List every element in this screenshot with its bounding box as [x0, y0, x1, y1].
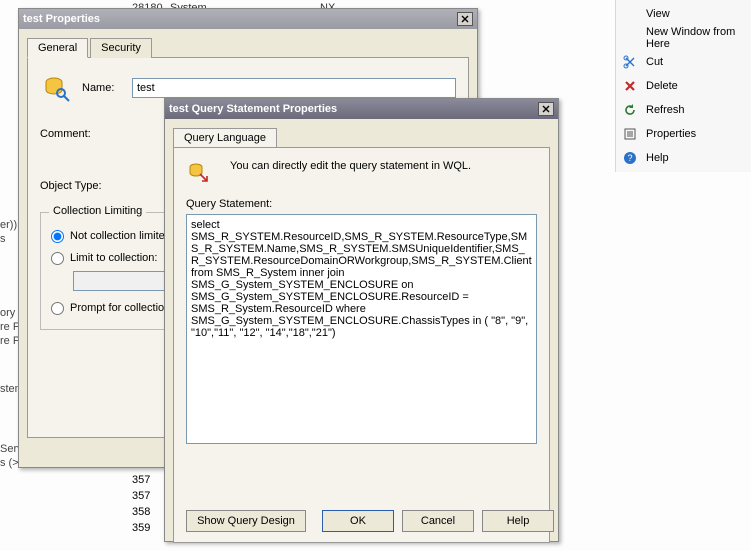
ctx-cut[interactable]: Cut: [616, 50, 751, 74]
ctx-view[interactable]: View: [616, 2, 751, 26]
titlebar[interactable]: test Query Statement Properties: [165, 99, 558, 119]
query-statement-label: Query Statement:: [186, 198, 537, 210]
svg-text:?: ?: [627, 153, 632, 163]
close-button[interactable]: [457, 12, 473, 26]
object-type-label: Object Type:: [40, 180, 130, 192]
radio-limit-to-input[interactable]: [51, 252, 64, 265]
query-statement-dialog: test Query Statement Properties Query La…: [164, 98, 559, 542]
query-statement-textarea[interactable]: [186, 214, 537, 444]
close-icon: [542, 105, 550, 113]
group-legend: Collection Limiting: [49, 205, 146, 217]
tab-security[interactable]: Security: [90, 38, 152, 58]
refresh-icon: [622, 102, 638, 118]
tab-strip: General Security: [27, 37, 469, 58]
show-query-design-button[interactable]: Show Query Design: [186, 510, 306, 532]
ok-button[interactable]: OK: [322, 510, 394, 532]
search-db-icon: [40, 72, 72, 104]
db-export-icon: [186, 160, 210, 184]
blank-icon: [622, 30, 638, 46]
radio-prompt-input[interactable]: [51, 302, 64, 315]
titlebar[interactable]: test Properties: [19, 9, 477, 29]
cancel-button[interactable]: Cancel: [402, 510, 474, 532]
radio-not-limited-input[interactable]: [51, 230, 64, 243]
comment-label: Comment:: [40, 128, 130, 140]
ctx-properties[interactable]: Properties: [616, 122, 751, 146]
query-panel: You can directly edit the query statemen…: [173, 147, 550, 543]
ctx-help[interactable]: ? Help: [616, 146, 751, 170]
name-input[interactable]: [132, 78, 456, 98]
blank-icon: [622, 6, 638, 22]
ctx-delete[interactable]: Delete: [616, 74, 751, 98]
scissors-icon: [622, 54, 638, 70]
window-title: test Query Statement Properties: [169, 103, 337, 115]
help-icon: ?: [622, 150, 638, 166]
delete-icon: [622, 78, 638, 94]
ctx-refresh[interactable]: Refresh: [616, 98, 751, 122]
hint-text: You can directly edit the query statemen…: [230, 160, 471, 172]
close-icon: [461, 15, 469, 23]
tab-general[interactable]: General: [27, 38, 88, 58]
ctx-new-window[interactable]: New Window from Here: [616, 26, 751, 50]
close-button[interactable]: [538, 102, 554, 116]
help-button[interactable]: Help: [482, 510, 554, 532]
name-label: Name:: [82, 82, 132, 94]
context-menu: View New Window from Here Cut Delete Ref…: [615, 0, 751, 172]
tab-query-language[interactable]: Query Language: [173, 128, 277, 148]
properties-icon: [622, 126, 638, 142]
window-title: test Properties: [23, 13, 100, 25]
